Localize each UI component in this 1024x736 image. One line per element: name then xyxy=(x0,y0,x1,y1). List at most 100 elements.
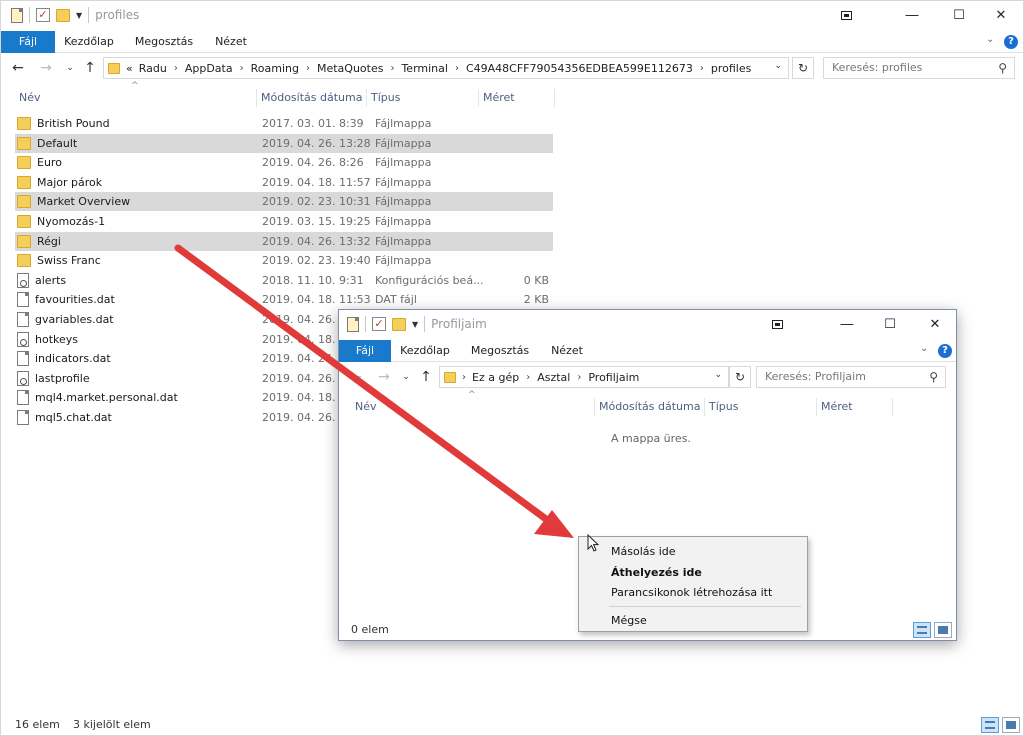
menu-item-copy-here[interactable]: Másolás ide xyxy=(611,545,676,558)
minimize-button[interactable]: ― xyxy=(824,310,870,340)
address-dropdown-icon[interactable]: ⌄ xyxy=(714,370,722,380)
file-size xyxy=(485,232,549,251)
forward-arrow-icon[interactable]: → xyxy=(375,368,393,386)
breadcrumb-separator-icon[interactable]: › xyxy=(700,63,704,74)
breadcrumb-item[interactable]: Asztal xyxy=(537,371,570,384)
menu-item-move-here[interactable]: Áthelyezés ide xyxy=(611,566,702,579)
refresh-icon[interactable]: ↻ xyxy=(792,57,814,79)
breadcrumb-item[interactable]: AppData xyxy=(185,62,233,75)
breadcrumb-separator-icon[interactable]: › xyxy=(240,63,244,74)
maximize-button[interactable]: ☐ xyxy=(867,310,913,340)
address-bar[interactable]: « Radu › AppData › Roaming › MetaQuotes … xyxy=(103,57,789,79)
maximize-button[interactable]: ☐ xyxy=(936,1,982,31)
tab-view[interactable]: Nézet xyxy=(545,340,589,362)
file-row[interactable]: Euro 2019. 04. 26. 8:26 Fájlmappa xyxy=(15,153,555,172)
menu-item-cancel[interactable]: Mégse xyxy=(611,614,647,627)
file-name: mql5.chat.dat xyxy=(35,411,112,424)
help-icon[interactable]: ? xyxy=(1004,35,1018,49)
breadcrumb-item[interactable]: C49A48CFF79054356EDBEA599E112673 xyxy=(466,62,693,75)
breadcrumb-separator-icon[interactable]: › xyxy=(306,63,310,74)
file-row[interactable]: British Pound 2017. 03. 01. 8:39 Fájlmappa xyxy=(15,114,555,133)
file-row[interactable]: Régi 2019. 04. 26. 13:32 Fájlmappa xyxy=(15,231,553,251)
menu-item-create-shortcuts[interactable]: Parancsikonok létrehozása itt xyxy=(611,586,772,599)
file-modified: 2019. 03. 15. 19:25 xyxy=(262,215,371,228)
forward-arrow-icon[interactable]: → xyxy=(37,59,55,77)
column-header-size[interactable]: Méret xyxy=(817,398,893,416)
file-row[interactable]: Default 2019. 04. 26. 13:28 Fájlmappa xyxy=(15,133,553,153)
help-icon[interactable]: ? xyxy=(938,344,952,358)
file-name: lastprofile xyxy=(35,371,90,385)
properties-icon[interactable]: ✓ xyxy=(372,317,386,331)
expand-ribbon-icon[interactable]: ⌄ xyxy=(986,34,994,45)
file-row[interactable]: Nyomozás-1 2019. 03. 15. 19:25 Fájlmappa xyxy=(15,212,555,231)
breadcrumb-separator-icon[interactable]: › xyxy=(390,63,394,74)
details-view-button[interactable] xyxy=(913,622,931,638)
tab-home[interactable]: Kezdőlap xyxy=(61,31,117,53)
tab-view[interactable]: Nézet xyxy=(209,31,253,53)
breadcrumb-item[interactable]: Terminal xyxy=(401,62,448,75)
breadcrumb-separator-icon[interactable]: › xyxy=(462,372,466,383)
details-view-button[interactable] xyxy=(981,717,999,733)
file-row[interactable]: Major párok 2019. 04. 18. 11:57 Fájlmappa xyxy=(15,173,555,192)
minimize-button[interactable]: ― xyxy=(889,1,935,31)
back-arrow-icon[interactable]: ← xyxy=(9,59,27,77)
details-view-icon xyxy=(917,626,927,634)
up-arrow-icon[interactable]: ↑ xyxy=(417,368,435,386)
column-header-name[interactable]: Név xyxy=(15,89,257,107)
breadcrumb-separator-icon[interactable]: › xyxy=(577,372,581,383)
large-icons-view-button[interactable] xyxy=(1002,717,1020,733)
breadcrumb-overflow[interactable]: « xyxy=(126,62,133,75)
back-arrow-icon[interactable]: ← xyxy=(347,368,365,386)
customize-toolbar-dropdown-icon[interactable]: ▼ xyxy=(76,11,82,20)
customize-toolbar-dropdown-icon[interactable]: ▼ xyxy=(412,320,418,329)
navigation-bar: ← → ⌄ ↑ « Radu › AppData › Roaming › Met… xyxy=(1,53,1023,83)
breadcrumb-item[interactable]: MetaQuotes xyxy=(317,62,383,75)
file-size: 0 KB xyxy=(523,273,549,287)
column-header-size[interactable]: Méret xyxy=(479,89,555,107)
tab-home[interactable]: Kezdőlap xyxy=(397,340,453,362)
snap-button[interactable] xyxy=(754,310,800,340)
breadcrumb-item[interactable]: Roaming xyxy=(251,62,299,75)
snap-button[interactable] xyxy=(823,1,869,31)
status-item-count: 16 elem xyxy=(15,718,60,731)
close-button[interactable]: ✕ xyxy=(912,310,958,340)
new-folder-icon[interactable] xyxy=(392,317,406,331)
tab-share[interactable]: Megosztás xyxy=(467,340,533,362)
tab-file[interactable]: Fájl xyxy=(1,31,55,53)
file-name: British Pound xyxy=(37,117,110,130)
file-row[interactable]: favourities.dat 2019. 04. 18. 11:53 DAT fá… xyxy=(15,290,555,309)
address-dropdown-icon[interactable]: ⌄ xyxy=(774,61,782,71)
location-folder-icon xyxy=(444,371,456,383)
properties-icon[interactable]: ✓ xyxy=(36,8,50,22)
breadcrumb-separator-icon[interactable]: › xyxy=(526,372,530,383)
file-row[interactable]: Swiss Franc 2019. 02. 23. 19:40 Fájlmappa xyxy=(15,251,555,270)
column-header-type[interactable]: Típus xyxy=(367,89,479,107)
column-header-name[interactable]: Név xyxy=(351,398,595,416)
tab-share[interactable]: Megosztás xyxy=(131,31,197,53)
tab-file[interactable]: Fájl xyxy=(339,340,391,362)
breadcrumb-separator-icon[interactable]: › xyxy=(174,63,178,74)
search-input[interactable]: Keresés: Profiljaim ⚲ xyxy=(756,366,946,388)
breadcrumb-item-current[interactable]: Profiljaim xyxy=(588,371,639,384)
recent-locations-chevron-icon[interactable]: ⌄ xyxy=(397,368,415,386)
column-header-type[interactable]: Típus xyxy=(705,398,817,416)
column-header-modified[interactable]: Módosítás dátuma xyxy=(257,89,367,107)
file-row[interactable]: Market Overview 2019. 02. 23. 10:31 Fájlma… xyxy=(15,192,553,212)
close-button[interactable]: ✕ xyxy=(978,1,1024,31)
refresh-icon[interactable]: ↻ xyxy=(729,366,751,388)
column-header-modified[interactable]: Módosítás dátuma xyxy=(595,398,705,416)
breadcrumb-item[interactable]: Radu xyxy=(139,62,167,75)
search-input[interactable]: Keresés: profiles ⚲ xyxy=(823,57,1015,79)
breadcrumb-separator-icon[interactable]: › xyxy=(455,63,459,74)
large-icons-view-button[interactable] xyxy=(934,622,952,638)
address-bar[interactable]: › Ez a gép › Asztal › Profiljaim ⌄ xyxy=(439,366,729,388)
file-name: indicators.dat xyxy=(35,352,111,366)
expand-ribbon-icon[interactable]: ⌄ xyxy=(920,343,928,354)
breadcrumb-item[interactable]: Ez a gép xyxy=(472,371,519,384)
up-arrow-icon[interactable]: ↑ xyxy=(81,59,99,77)
file-size xyxy=(485,134,549,153)
recent-locations-chevron-icon[interactable]: ⌄ xyxy=(61,59,79,77)
breadcrumb-item-current[interactable]: profiles xyxy=(711,62,751,75)
file-row[interactable]: alerts 2018. 11. 10. 9:31 Konfigurációs be… xyxy=(15,271,555,290)
new-folder-icon[interactable] xyxy=(56,8,70,22)
